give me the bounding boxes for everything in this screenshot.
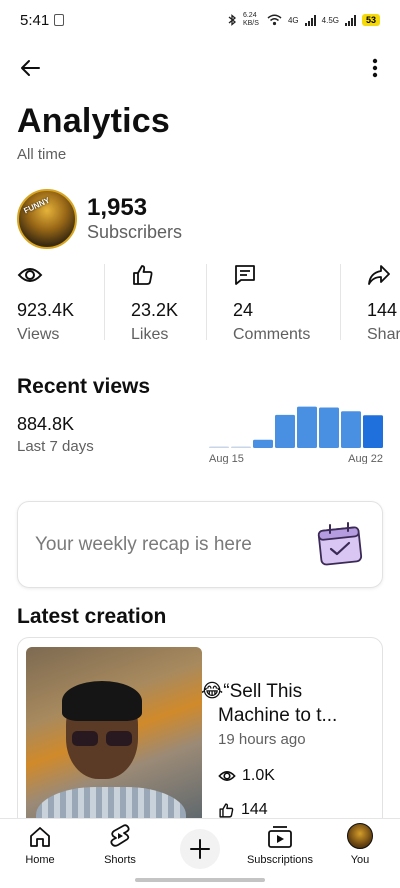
recent-views-chart[interactable]: Aug 15 Aug 22	[208, 400, 384, 464]
nav-you-label: You	[350, 854, 370, 866]
metric-value: 24	[233, 300, 254, 320]
video-title-line2: Machine to t...	[218, 705, 338, 726]
metrics-row: 923.4K Views 23.2K Likes 24 Comments 144…	[0, 262, 400, 343]
latest-creation-card[interactable]	[17, 637, 383, 837]
metric-label: Likes	[131, 326, 169, 343]
page-subtitle: All time	[17, 146, 67, 163]
recent-views-value: 884.8K	[17, 414, 75, 434]
metric-value: 923.4K	[17, 300, 75, 320]
calendar-check-icon	[317, 522, 363, 566]
nav-home[interactable]: Home	[0, 819, 80, 875]
metric-label: Shares	[367, 326, 400, 342]
home-icon	[30, 827, 50, 847]
nav-shorts[interactable]: Shorts	[80, 819, 160, 875]
nav-subscriptions[interactable]: Subscriptions	[240, 819, 320, 875]
chart-tick-label: Aug 15	[209, 453, 244, 464]
video-views-stat: 1.0K	[218, 767, 275, 785]
nav-shorts-label: Shorts	[104, 854, 136, 866]
divider	[104, 264, 105, 340]
chart-bar[interactable]	[253, 439, 273, 448]
status-time: 5:41	[20, 11, 50, 29]
recent-views-title: Recent views	[17, 375, 151, 398]
weekly-recap-card[interactable]: Your weekly recap is here	[17, 501, 383, 588]
chart-bar[interactable]	[275, 414, 295, 448]
create-button[interactable]	[180, 829, 220, 869]
video-likes-stat: 144	[218, 801, 268, 819]
bluetooth-icon	[228, 14, 236, 26]
channel-summary: FUNNY 1,953 Subscribers	[17, 189, 182, 249]
metric-views[interactable]: 923.4K Views	[17, 262, 75, 343]
video-thumbnail[interactable]	[26, 647, 202, 836]
signal-2-icon	[344, 14, 356, 26]
signal-1-icon	[304, 14, 316, 26]
subscriber-count: 1,953	[87, 194, 148, 221]
metric-likes[interactable]: 23.2K Likes	[131, 262, 179, 343]
nav-subscriptions-label: Subscriptions	[246, 854, 314, 866]
divider	[206, 264, 207, 340]
arrow-left-icon	[21, 60, 40, 76]
video-title[interactable]: 😂 “Sell This Machine to t...	[201, 680, 371, 728]
nav-home-label: Home	[25, 854, 55, 866]
chart-bar[interactable]	[297, 406, 317, 448]
page-title: Analytics	[17, 102, 170, 140]
home-indicator	[135, 878, 265, 882]
chart-bar[interactable]	[209, 446, 229, 449]
chart-bar[interactable]	[341, 411, 361, 448]
video-title-line1: “Sell This	[223, 681, 303, 702]
video-title-emoji: 😂	[201, 681, 224, 702]
top-bar	[0, 48, 400, 88]
video-time-ago: 19 hours ago	[218, 731, 306, 748]
eye-icon	[17, 268, 43, 282]
metric-label: Comments	[233, 326, 311, 343]
status-right: 6.24 KB/S 4G 4.5G 53	[228, 12, 380, 28]
user-avatar	[347, 823, 373, 849]
metric-label: Views	[17, 326, 60, 343]
network-2-label: 4.5G	[321, 15, 339, 25]
subscriptions-icon	[268, 826, 292, 848]
subscriber-info: 1,953 Subscribers	[87, 195, 182, 243]
more-options-button[interactable]	[360, 54, 390, 82]
nav-you[interactable]: You	[320, 819, 400, 875]
channel-avatar[interactable]: FUNNY	[17, 189, 77, 249]
recent-views-period: Last 7 days	[17, 438, 94, 455]
net-speed: 6.24 KB/S	[242, 12, 259, 27]
status-left: 5:41	[20, 11, 65, 29]
chart-bar[interactable]	[319, 407, 339, 449]
status-bar: 5:41 6.24 KB/S 4G 4.5G 53	[0, 0, 400, 40]
metric-value: 23.2K	[131, 300, 179, 320]
metric-comments[interactable]: 24 Comments	[233, 262, 311, 343]
comment-icon	[235, 265, 255, 285]
back-button[interactable]	[14, 54, 46, 82]
more-vertical-icon	[372, 58, 378, 78]
thumbs-up-icon	[133, 265, 153, 285]
metric-shares[interactable]: 144 Shares	[367, 262, 400, 342]
share-icon	[368, 265, 390, 285]
metric-value: 144	[367, 300, 398, 320]
thumbs-up-icon	[219, 802, 234, 818]
avatar-badge-text: FUNNY	[22, 195, 52, 216]
shorts-icon	[110, 824, 130, 847]
divider	[340, 264, 341, 340]
chart-bar[interactable]	[363, 415, 383, 448]
chart-bar[interactable]	[231, 446, 251, 449]
latest-creation-title: Latest creation	[17, 605, 167, 628]
chart-tick-label: Aug 22	[348, 453, 383, 464]
video-likes: 144	[241, 801, 268, 818]
recap-text: Your weekly recap is here	[35, 533, 252, 555]
plus-icon	[190, 839, 210, 859]
battery-indicator: 53	[361, 14, 380, 26]
bottom-nav: Home Shorts Subscriptions You	[0, 818, 400, 876]
wifi-icon	[267, 14, 282, 26]
subscriber-label: Subscribers	[87, 222, 183, 242]
network-1-label: 4G	[287, 15, 299, 25]
video-views: 1.0K	[242, 767, 275, 784]
sim-icon	[54, 14, 65, 26]
eye-icon	[218, 771, 236, 781]
